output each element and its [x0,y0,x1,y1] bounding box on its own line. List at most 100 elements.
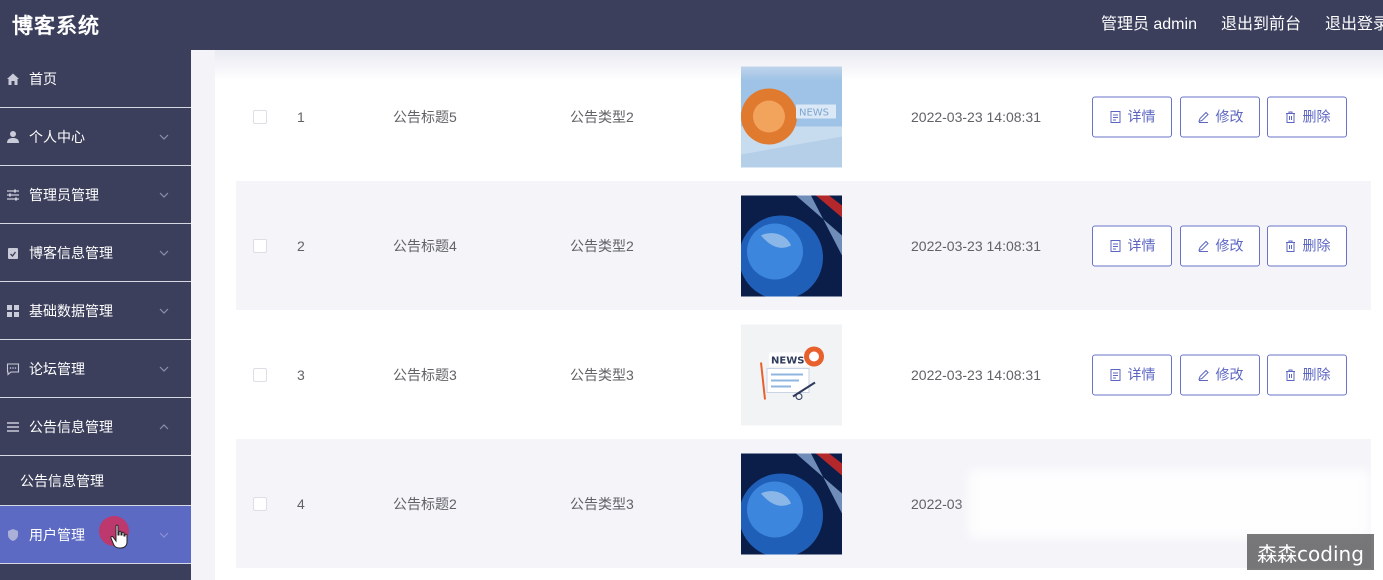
chevron-down-icon [159,308,169,314]
sidebar-subitem-notice[interactable]: 公告信息管理 [0,456,191,506]
edit-button[interactable]: 修改 [1180,354,1260,395]
chevron-down-icon [159,532,169,538]
home-icon [5,71,21,87]
row-image [741,195,842,296]
scroll-shadow [215,50,1383,80]
sidebar-item-label: 管理员管理 [29,186,99,203]
edit-button[interactable]: 修改 [1180,225,1260,266]
grid-icon [5,303,21,319]
detail-button[interactable]: 详情 [1092,354,1172,395]
sidebar-item-label: 用户管理 [29,526,85,543]
detail-button[interactable]: 详情 [1092,96,1172,137]
row-time: 2022-03-23 14:08:31 [911,108,1041,125]
delete-label: 删除 [1302,108,1331,125]
document-icon [1110,239,1120,252]
row-index: 2 [297,237,305,254]
row-image: NEWS [741,66,842,167]
row-title: 公告标题2 [393,495,457,512]
row-checkbox[interactable] [253,238,267,253]
blurred-actions [968,469,1371,539]
edit-label: 修改 [1215,108,1244,125]
row-time: 2022-03 [911,495,963,512]
list-icon [5,419,21,435]
row-title: 公告标题4 [393,237,457,254]
sliders-icon [5,187,21,203]
sidebar-item-label: 首页 [29,70,57,87]
sidebar-item-basic-data[interactable]: 基础数据管理 [0,282,191,340]
detail-label: 详情 [1127,237,1156,254]
row-type: 公告类型2 [570,108,634,125]
row-type: 公告类型3 [570,366,634,383]
edit-icon [1197,369,1209,381]
delete-label: 删除 [1302,237,1331,254]
row-checkbox[interactable] [253,109,267,124]
top-header: 博客系统 管理员 admin 退出到前台 退出登录 [0,0,1383,50]
hand-cursor-icon [110,524,128,549]
chevron-down-icon [159,134,169,140]
row-index: 3 [297,366,305,383]
delete-label: 删除 [1302,366,1331,383]
sidebar-item-label: 论坛管理 [29,360,85,377]
sidebar: 首页 个人中心 管理员管理 博客信息管理 基础数据管理 论坛管理 公告信息管理 … [0,50,191,580]
detail-label: 详情 [1127,108,1156,125]
table-row: 3 公告标题3 公告类型3 NEWS 2022-03-23 14:08:31 详… [236,310,1371,439]
svg-text:NEWS: NEWS [771,355,804,366]
sidebar-item-forum[interactable]: 论坛管理 [0,340,191,398]
chevron-down-icon [159,192,169,198]
user-icon [5,129,21,145]
sidebar-item-home[interactable]: 首页 [0,50,191,108]
table-row: 2 公告标题4 公告类型2 2022-03-23 14:08:31 详情 修改 … [236,181,1371,310]
chevron-up-icon [159,423,169,429]
document-icon [1110,368,1120,381]
main-content: 1 公告标题5 公告类型2 NEWS 2022-03-23 14:08:31 详… [191,50,1383,580]
watermark: 森森coding [1247,534,1374,570]
sidebar-item-blog[interactable]: 博客信息管理 [0,224,191,282]
sidebar-item-label: 公告信息管理 [29,418,113,435]
sidebar-item-label: 博客信息管理 [29,244,113,261]
shield-icon [5,527,21,543]
sidebar-item-users[interactable]: 用户管理 [0,506,191,564]
header-actions: 管理员 admin 退出到前台 退出登录 [1101,0,1383,44]
sidebar-subitem-label: 公告信息管理 [20,472,104,489]
detail-label: 详情 [1127,366,1156,383]
document-icon [1110,110,1120,123]
chevron-down-icon [159,366,169,372]
sidebar-item-label: 个人中心 [29,128,85,145]
to-frontend-link[interactable]: 退出到前台 [1221,10,1301,34]
sidebar-item-profile[interactable]: 个人中心 [0,108,191,166]
row-image: NEWS [741,324,842,425]
trash-icon [1285,240,1295,252]
logout-link[interactable]: 退出登录 [1325,10,1383,34]
chat-icon [5,361,21,377]
notice-table: 1 公告标题5 公告类型2 NEWS 2022-03-23 14:08:31 详… [215,50,1383,580]
brand-title: 博客系统 [12,15,100,38]
row-index: 4 [297,495,305,512]
table-row: 4 公告标题2 公告类型3 2022-03 [236,439,1371,568]
edit-icon [1197,240,1209,252]
delete-button[interactable]: 删除 [1267,96,1347,137]
row-title: 公告标题5 [393,108,457,125]
edit-button[interactable]: 修改 [1180,96,1260,137]
edit-label: 修改 [1215,237,1244,254]
chevron-down-icon [159,250,169,256]
trash-icon [1285,369,1295,381]
delete-button[interactable]: 删除 [1267,354,1347,395]
edit-icon [1197,111,1209,123]
clipboard-icon [5,245,21,261]
edit-label: 修改 [1215,366,1244,383]
row-type: 公告类型2 [570,237,634,254]
delete-button[interactable]: 删除 [1267,225,1347,266]
detail-button[interactable]: 详情 [1092,225,1172,266]
sidebar-item-admin[interactable]: 管理员管理 [0,166,191,224]
row-time: 2022-03-23 14:08:31 [911,237,1041,254]
row-checkbox[interactable] [253,496,267,511]
admin-label: 管理员 admin [1100,16,1197,33]
row-type: 公告类型3 [570,495,634,512]
row-image [741,453,842,554]
trash-icon [1285,111,1295,123]
sidebar-item-label: 基础数据管理 [29,302,113,319]
row-checkbox[interactable] [253,367,267,382]
svg-text:NEWS: NEWS [799,107,829,118]
row-time: 2022-03-23 14:08:31 [911,366,1041,383]
sidebar-item-notice[interactable]: 公告信息管理 [0,398,191,456]
